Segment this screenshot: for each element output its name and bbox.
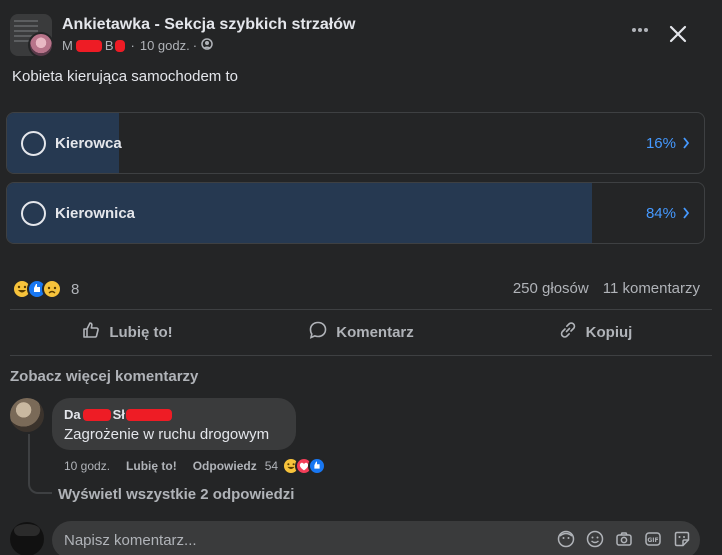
author-name-start[interactable]: M <box>62 38 73 53</box>
radio-circle[interactable] <box>21 201 46 226</box>
radio-circle[interactable] <box>21 131 46 156</box>
svg-text:GIF: GIF <box>647 537 658 544</box>
gif-icon[interactable]: GIF <box>643 529 663 549</box>
share-button[interactable]: Kopiuj <box>478 313 712 351</box>
chevron-right-icon <box>682 206 690 222</box>
chevron-right-icon <box>682 136 690 152</box>
poll-percent-value: 16% <box>645 135 676 152</box>
author-redaction <box>125 408 172 421</box>
author-redaction <box>82 408 111 421</box>
meta-separator: · <box>130 38 135 53</box>
sad-icon <box>42 279 62 299</box>
comment-reply-link[interactable]: Odpowiedz <box>193 459 257 473</box>
comment-reaction-count: 54 <box>264 459 279 473</box>
view-replies-link[interactable]: Wyświetl wszystkie 2 odpowiedzi <box>58 486 294 503</box>
current-user-avatar[interactable] <box>10 522 44 555</box>
post-card: Ankietawka - Sekcja szybkich strzałów M … <box>0 0 722 555</box>
see-more-comments-link[interactable]: Zobacz więcej komentarzy <box>10 368 198 385</box>
divider <box>10 355 712 356</box>
comment-meta: 10 godz. Lubię to! Odpowiedz 54 <box>64 457 327 475</box>
post-time[interactable]: 10 godz. <box>140 38 190 53</box>
poll-option-label: Kierowca <box>55 135 122 152</box>
post-meta: M B · 10 godz. · <box>62 38 213 53</box>
share-label: Kopiuj <box>585 323 633 341</box>
action-bar: Lubię to! Komentarz Kopiuj <box>10 313 712 351</box>
comment-time[interactable]: 10 godz. <box>64 459 110 473</box>
comment-like-link[interactable]: Lubię to! <box>126 459 177 473</box>
more-options-icon[interactable] <box>626 20 654 48</box>
comment-reactions[interactable]: 54 <box>264 457 327 475</box>
like-button[interactable]: Lubię to! <box>10 313 244 351</box>
poll-option-percent[interactable]: 84% <box>646 205 690 222</box>
comments-count[interactable]: 11 komentarzy <box>603 280 700 297</box>
camera-icon[interactable] <box>614 529 634 549</box>
sticker-icon[interactable] <box>672 529 692 549</box>
audience-icon <box>201 38 213 53</box>
comment-icon <box>308 320 328 344</box>
votes-count[interactable]: 250 głosów <box>513 280 589 297</box>
post-stats: 250 głosów 11 komentarzy <box>513 280 700 297</box>
comment-button[interactable]: Komentarz <box>244 313 478 351</box>
comment-label: Komentarz <box>336 323 414 341</box>
poll-option-kierownica[interactable]: Kierownica 84% <box>6 182 705 244</box>
author-redaction <box>114 39 125 52</box>
thumbs-up-icon <box>81 320 101 344</box>
comment-input[interactable]: Napisz komentarz... GIF <box>52 521 700 555</box>
reaction-count: 8 <box>71 280 80 298</box>
like-icon <box>308 457 327 475</box>
reactions-summary[interactable]: 8 <box>12 278 79 300</box>
meta-separator: · <box>192 38 198 53</box>
author-avatar[interactable] <box>28 32 54 58</box>
post-header: Ankietawka - Sekcja szybkich strzałów M … <box>10 14 712 58</box>
group-name[interactable]: Ankietawka - Sekcja szybkich strzałów <box>62 16 355 34</box>
comment-bubble: Da Sł Zagrożenie w ruchu drogowym <box>52 398 296 450</box>
poll-option-percent[interactable]: 16% <box>646 135 690 152</box>
reply-thread-line <box>28 434 52 494</box>
author-name-mid[interactable]: B <box>105 38 114 53</box>
avatar-sticker-icon[interactable] <box>556 529 576 549</box>
poll-option-kierowca[interactable]: Kierowca 16% <box>6 112 705 174</box>
like-label: Lubię to! <box>109 323 173 341</box>
commenter-avatar[interactable] <box>10 398 44 432</box>
poll-option-label: Kierownica <box>55 205 136 222</box>
close-icon[interactable] <box>664 20 692 48</box>
link-icon <box>558 320 578 344</box>
comment-placeholder: Napisz komentarz... <box>64 532 197 549</box>
comment-author-start: Da <box>64 407 81 422</box>
author-redaction <box>75 39 102 52</box>
poll-percent-value: 84% <box>645 205 676 222</box>
comment-author[interactable]: Da Sł <box>64 407 172 422</box>
divider <box>10 309 712 310</box>
comment-text: Zagrożenie w ruchu drogowym <box>64 426 270 443</box>
composer-tools: GIF <box>556 529 692 549</box>
comment-author-mid: Sł <box>112 407 125 422</box>
poll-question: Kobieta kierująca samochodem to <box>12 68 238 85</box>
emoji-icon[interactable] <box>585 529 605 549</box>
